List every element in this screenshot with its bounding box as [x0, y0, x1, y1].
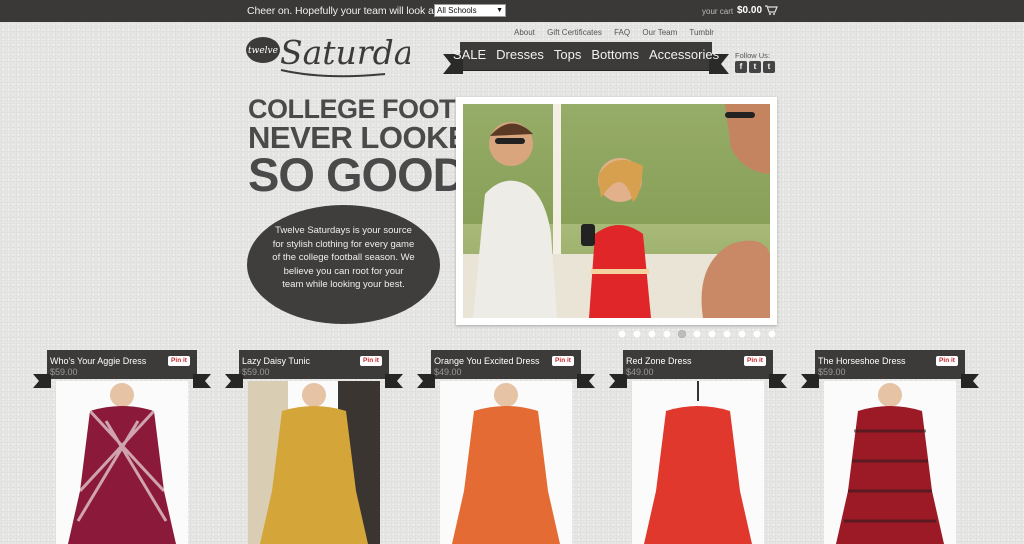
ribbon-left: [225, 374, 243, 388]
product-image: [632, 381, 764, 544]
product-image: [824, 381, 956, 544]
product-image: [56, 381, 188, 544]
twitter-icon[interactable]: t: [749, 61, 761, 73]
product-card[interactable]: Lazy Daisy Tunic $59.00 Pin it: [225, 350, 389, 544]
product-name[interactable]: Orange You Excited Dress: [434, 356, 540, 366]
product-image: [440, 381, 572, 544]
pin-it-button[interactable]: Pin it: [168, 356, 190, 366]
hero-slideshow[interactable]: [456, 97, 777, 325]
pin-it-button[interactable]: Pin it: [936, 356, 958, 366]
main-nav: SALE Dresses Tops Bottoms Accessories: [443, 42, 712, 74]
slide-dot[interactable]: [678, 330, 686, 338]
follow-label: Follow Us:: [735, 51, 771, 60]
product-name[interactable]: Who's Your Aggie Dress: [50, 356, 146, 366]
product-name[interactable]: Lazy Daisy Tunic: [242, 356, 310, 366]
ribbon-right: [577, 374, 595, 388]
product-card[interactable]: The Horseshoe Dress $59.00 Pin it: [801, 350, 965, 544]
slide-dot[interactable]: [618, 330, 626, 338]
slide-dot[interactable]: [663, 330, 671, 338]
school-select[interactable]: All Schools ▼: [434, 4, 506, 17]
slide-dots: [618, 330, 776, 338]
ribbon-right: [385, 374, 403, 388]
ribbon-right: [961, 374, 979, 388]
nav-sale[interactable]: SALE: [453, 47, 486, 62]
ribbon-left: [417, 374, 435, 388]
nav-bottoms[interactable]: Bottoms: [591, 47, 639, 62]
hero-photo: [463, 104, 770, 318]
cart-total[interactable]: $0.00: [737, 5, 762, 16]
nav-faq[interactable]: FAQ: [614, 28, 630, 37]
product-price: $49.00: [434, 367, 462, 377]
slide-dot[interactable]: [693, 330, 701, 338]
product-price: $59.00: [50, 367, 78, 377]
product-photo[interactable]: [440, 381, 572, 544]
utility-nav: About Gift Certificates FAQ Our Team Tum…: [514, 28, 724, 37]
product-image: [248, 381, 380, 544]
slide-dot[interactable]: [753, 330, 761, 338]
product-photo[interactable]: [632, 381, 764, 544]
site-logo[interactable]: twelve Saturdays: [245, 28, 449, 86]
product-photo[interactable]: [248, 381, 380, 544]
ribbon-right: [769, 374, 787, 388]
nav-tops[interactable]: Tops: [554, 47, 581, 62]
nav-dresses[interactable]: Dresses: [496, 47, 544, 62]
ribbon-right: [193, 374, 211, 388]
nav-accessories[interactable]: Accessories: [649, 47, 719, 62]
product-tag: Who's Your Aggie Dress $59.00 Pin it: [33, 350, 197, 388]
product-price: $59.00: [818, 367, 846, 377]
ribbon-left: [33, 374, 51, 388]
slide-dot[interactable]: [648, 330, 656, 338]
social-links: f t t: [735, 61, 775, 73]
product-tag: Lazy Daisy Tunic $59.00 Pin it: [225, 350, 389, 388]
school-select-value: All Schools: [437, 6, 477, 15]
product-price: $59.00: [242, 367, 270, 377]
nav-tumblr[interactable]: Tumblr: [689, 28, 714, 37]
ribbon-left: [801, 374, 819, 388]
product-tag: The Horseshoe Dress $59.00 Pin it: [801, 350, 965, 388]
slide-dot[interactable]: [723, 330, 731, 338]
product-name[interactable]: Red Zone Dress: [626, 356, 692, 366]
product-photo[interactable]: [56, 381, 188, 544]
logo-big-text: Saturdays: [280, 33, 410, 72]
logo-small-text: twelve: [248, 46, 278, 56]
product-card[interactable]: Orange You Excited Dress $49.00 Pin it: [417, 350, 581, 544]
top-bar: Cheer on. Hopefully your team will look …: [0, 0, 1024, 22]
slide-dot[interactable]: [633, 330, 641, 338]
product-price: $49.00: [626, 367, 654, 377]
hero-blurb: Twelve Saturdays is your source for styl…: [247, 205, 440, 324]
cart-label: your cart: [702, 7, 734, 16]
slide-dot[interactable]: [708, 330, 716, 338]
product-photo[interactable]: [824, 381, 956, 544]
slide-dot[interactable]: [768, 330, 776, 338]
nav-our-team[interactable]: Our Team: [642, 28, 677, 37]
product-card[interactable]: Red Zone Dress $49.00 Pin it: [609, 350, 773, 544]
tumblr-icon[interactable]: t: [763, 61, 775, 73]
cart-icon[interactable]: [764, 4, 778, 16]
pin-it-button[interactable]: Pin it: [744, 356, 766, 366]
nav-about[interactable]: About: [514, 28, 535, 37]
facebook-icon[interactable]: f: [735, 61, 747, 73]
product-name[interactable]: The Horseshoe Dress: [818, 356, 906, 366]
nav-gift-certificates[interactable]: Gift Certificates: [547, 28, 602, 37]
pin-it-button[interactable]: Pin it: [552, 356, 574, 366]
product-tag: Red Zone Dress $49.00 Pin it: [609, 350, 773, 388]
ribbon-left: [609, 374, 627, 388]
pin-it-button[interactable]: Pin it: [360, 356, 382, 366]
chevron-down-icon: ▼: [496, 7, 503, 14]
slide-dot[interactable]: [738, 330, 746, 338]
product-card[interactable]: Who's Your Aggie Dress $59.00 Pin it: [33, 350, 197, 544]
product-tag: Orange You Excited Dress $49.00 Pin it: [417, 350, 581, 388]
